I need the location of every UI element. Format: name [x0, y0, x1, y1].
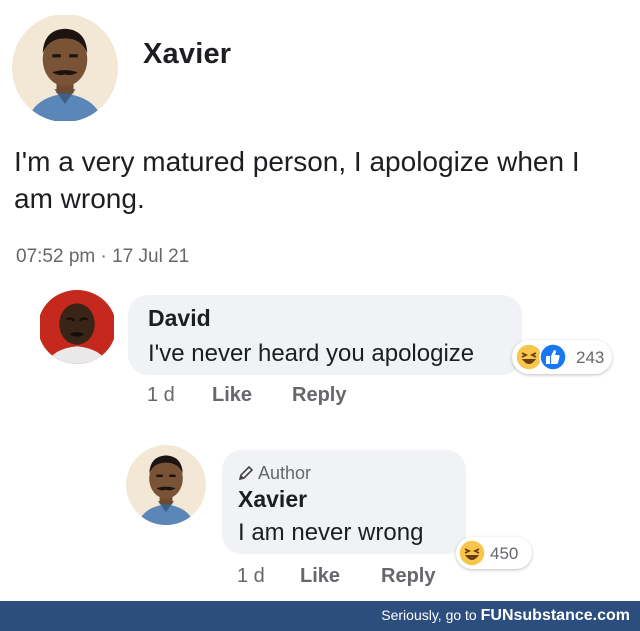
post-author-avatar[interactable]	[12, 14, 118, 122]
comment-author-name[interactable]: Xavier	[238, 486, 307, 513]
post-author-name[interactable]: Xavier	[143, 38, 231, 71]
comment-age[interactable]: 1 d	[237, 565, 265, 588]
author-badge-label: Author	[258, 463, 312, 483]
watermark-brand[interactable]: FUNsubstance.com	[481, 607, 630, 624]
watermark-prefix: Seriously, go to	[381, 607, 477, 623]
comment-avatar-xavier[interactable]	[126, 445, 206, 525]
pencil-icon	[238, 465, 254, 481]
comment-text: I am never wrong	[238, 519, 424, 546]
reaction-count: 450	[490, 544, 519, 563]
watermark-bar: Seriously, go to FUNsubstance.com	[0, 601, 640, 631]
reply-button[interactable]: Reply	[381, 565, 435, 588]
watermark-text: Seriously, go to FUNsubstance.com	[381, 607, 630, 625]
comment-text: I've never heard you apologize	[148, 340, 475, 367]
like-button[interactable]: Like	[300, 565, 340, 588]
author-badge: Author	[238, 463, 311, 484]
comment-author-name[interactable]: David	[148, 305, 211, 332]
post-timestamp[interactable]: 07:52 pm · 17 Jul 21	[16, 246, 189, 268]
reaction-count: 243	[576, 348, 605, 367]
reply-button[interactable]: Reply	[292, 384, 346, 407]
post-text: I'm a very matured person, I apologize w…	[14, 146, 580, 214]
reaction-summary[interactable]: 243	[512, 340, 612, 374]
comment-avatar-david[interactable]	[38, 290, 116, 364]
laughing-face-icon	[458, 539, 486, 567]
like-button[interactable]: Like	[212, 384, 252, 407]
thumbs-up-icon	[539, 343, 567, 371]
comment-age[interactable]: 1 d	[147, 384, 175, 407]
reaction-summary[interactable]: 450	[456, 537, 532, 569]
